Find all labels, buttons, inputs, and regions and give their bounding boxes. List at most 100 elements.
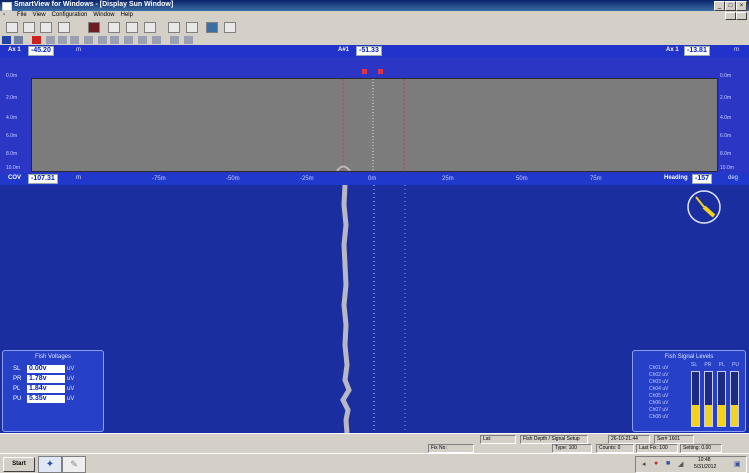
doc-close-button[interactable] [736,12,747,20]
heading-value: -157 [692,174,713,184]
menu-doc-icon: ▫ [3,12,6,18]
menu-configuration[interactable]: Configuration [49,11,91,20]
status-bar: Lat: Fish Depth / Signal Setup 26-10-21.… [0,433,749,454]
grid-icon[interactable] [126,22,138,33]
tray-arrow-icon[interactable]: ◂ [642,460,646,468]
signal-level-fill [731,405,738,426]
menu-window[interactable]: Window [90,11,117,20]
info-icon[interactable] [184,36,193,44]
teledyne-app-icon[interactable]: ✦ [38,456,62,473]
signal-level-bar [704,371,713,427]
screen-icon[interactable] [206,22,218,33]
signal-level-fill [705,405,712,426]
tray-network-icon[interactable]: ■ [666,460,670,467]
link-icon[interactable] [186,22,198,33]
trace-svg [336,79,405,172]
signal-bar-label: PL [718,362,725,368]
voltage-row-value: 5.35v [27,395,65,403]
tray-volume-icon[interactable]: ◢ [678,460,683,468]
settings-icon[interactable] [168,22,180,33]
record-small-icon[interactable] [32,36,41,44]
paint-app-icon[interactable]: ✎ [62,456,86,473]
voltage-row-label: PR [13,376,22,382]
zoom-in-icon[interactable] [98,36,107,44]
ruler-icon[interactable] [152,36,161,44]
cursor-marker-left-icon[interactable] [362,69,367,74]
layout-icon[interactable] [224,22,236,33]
minimize-button[interactable]: _ [714,1,725,11]
left-readout-value: -45.20 [28,46,54,56]
voltage-row-value: 1.78v [27,375,65,383]
compass-icon [687,190,721,224]
open-folder-icon[interactable] [23,22,35,33]
voltage-row-label: SL [13,366,21,372]
taskbar: Start ✦ ✎ ◂ ● ■ ◢ 10:48 5/31/2012 ▣ [0,453,749,473]
monitor-icon[interactable] [58,22,70,33]
left-readout-label: Ax 1 [8,47,21,53]
tray-time: 10:48 [698,457,711,463]
signal-levels-panel: Fish Signal Levels Ch01 uV Ch02 uV Ch03 … [632,350,746,432]
x-tick: -50m [226,176,240,182]
y-tick-left: 4.0m [6,115,18,121]
maximize-button[interactable]: □ [725,1,736,11]
record-icon[interactable] [88,22,100,33]
tray-desktop-icon[interactable]: ▣ [734,460,741,468]
start-button[interactable]: Start [3,457,35,472]
voltage-row-value: 1.84v [27,385,65,393]
menu-bar: ▫ File View Configuration Window Help [0,11,749,20]
menu-view[interactable]: View [30,11,49,20]
signal-levels-title: Fish Signal Levels [664,354,714,360]
close-button[interactable]: × [736,1,747,11]
zoom-out-icon[interactable] [110,36,119,44]
display-icon[interactable] [108,22,120,33]
center-readout-label: A#1 [338,47,350,53]
step-back-icon[interactable] [70,36,79,44]
menu-help[interactable]: Help [118,11,136,20]
center-readout-value: -51.33 [356,46,382,56]
pause-icon[interactable] [14,36,23,44]
filter-icon[interactable] [138,36,147,44]
marker-icon[interactable] [124,36,133,44]
play-icon[interactable] [46,36,55,44]
signal-bars [691,371,739,427]
signal-bar-label: PU [732,362,739,368]
x-tick: 0m [368,176,377,182]
voltage-row-unit: uV [67,366,75,372]
status-field: 26-10-21.44 [608,435,650,444]
doc-restore-button[interactable] [725,12,736,20]
stop-icon[interactable] [2,36,11,44]
left-readout-unit: m [76,47,81,53]
status-field: Type: 100 [552,444,592,453]
help-icon[interactable] [170,36,179,44]
system-tray: ◂ ● ■ ◢ 10:48 5/31/2012 ▣ [635,456,747,473]
cov-value: -107.31 [28,174,58,184]
rewind-icon[interactable] [58,36,67,44]
menu-file[interactable]: File [14,11,30,20]
title-bar: SmartView for Windows - [Display Sun Win… [0,0,749,11]
fish-voltages-panel: Fish Voltages SL 0.00v uV PR 1.78v uV PL… [2,350,104,432]
heading-label: Heading [664,175,688,181]
tray-alert-icon[interactable]: ● [654,460,658,467]
signal-row-label: Ch08 uV [649,414,669,420]
trace-graph[interactable] [31,78,718,172]
readout-bar: Ax 1 -45.20 m A#1 -51.33 Ax 1 -13.81 m [0,45,749,57]
x-tick: 25m [442,176,454,182]
status-field: Ser# 1601 [654,435,694,444]
signal-row-label: Ch06 uV [649,400,669,406]
toolbar-main [0,20,749,35]
seabed-return-trace [340,184,352,434]
y-tick-right: 6.0m [720,133,732,139]
fish-voltages-title: Fish Voltages [34,354,72,360]
app-icon [2,2,12,11]
cursor-marker-right-icon[interactable] [378,69,383,74]
window-icon[interactable] [144,22,156,33]
crosshair-icon[interactable] [84,36,93,44]
x-tick: -25m [300,176,314,182]
cov-label: COV [8,175,22,181]
voltage-row: PR 1.78v uV [13,374,103,384]
save-icon[interactable] [40,22,52,33]
new-file-icon[interactable] [6,22,18,33]
status-field: Fix No: [428,444,474,453]
voltage-row-label: PL [13,386,21,392]
y-tick-right: 4.0m [720,115,732,121]
